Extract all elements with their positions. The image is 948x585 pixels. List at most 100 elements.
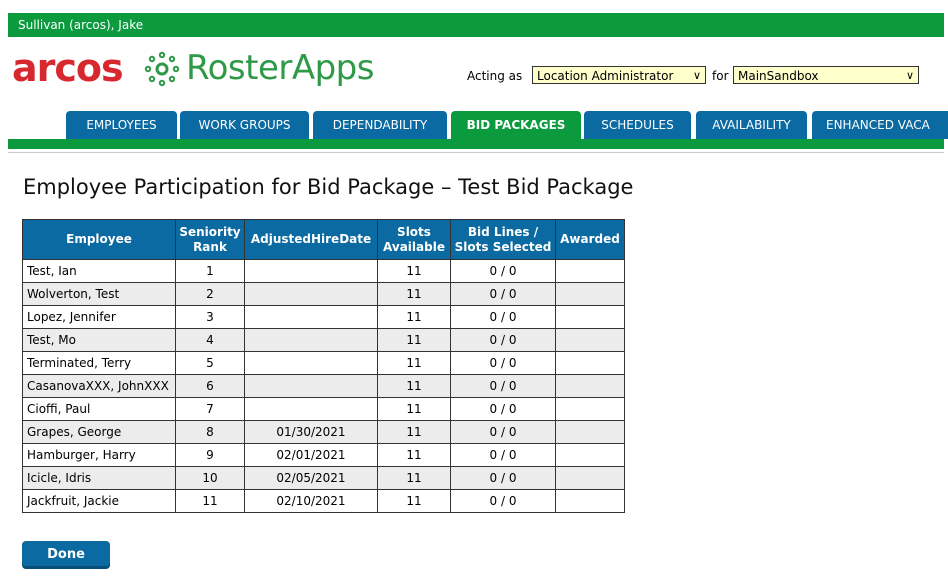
cell-hire-date bbox=[244, 351, 378, 375]
table-row: Test, Ian 1 11 0 / 0 bbox=[22, 259, 625, 283]
location-select[interactable]: MainSandbox ∨ bbox=[733, 66, 919, 84]
cell-bid-lines: 0 / 0 bbox=[450, 466, 556, 490]
cell-employee: Test, Ian bbox=[22, 259, 176, 283]
col-header-slots-l1: Slots bbox=[397, 224, 431, 239]
cell-awarded bbox=[555, 489, 625, 513]
cell-slots: 11 bbox=[377, 466, 451, 490]
col-header-seniority-l2: Rank bbox=[193, 239, 227, 254]
cell-rank: 11 bbox=[175, 489, 245, 513]
cell-hire-date bbox=[244, 374, 378, 398]
participation-table: Employee Seniority Rank AdjustedHireDate … bbox=[22, 219, 625, 513]
acting-as-label: Acting as bbox=[467, 69, 523, 83]
for-label: for bbox=[712, 69, 729, 83]
table-row: CasanovaXXX, JohnXXX 6 11 0 / 0 bbox=[22, 374, 625, 398]
cell-slots: 11 bbox=[377, 305, 451, 329]
table-row: Test, Mo 4 11 0 / 0 bbox=[22, 328, 625, 352]
col-header-bid-l2: Slots Selected bbox=[454, 239, 552, 254]
done-button[interactable]: Done bbox=[22, 541, 110, 569]
page-title: Employee Participation for Bid Package –… bbox=[23, 175, 634, 199]
table-header-row: Employee Seniority Rank AdjustedHireDate … bbox=[22, 219, 625, 260]
cell-slots: 11 bbox=[377, 328, 451, 352]
table-row: Terminated, Terry 5 11 0 / 0 bbox=[22, 351, 625, 375]
cell-hire-date bbox=[244, 328, 378, 352]
cell-rank: 5 bbox=[175, 351, 245, 375]
cell-bid-lines: 0 / 0 bbox=[450, 351, 556, 375]
cell-bid-lines: 0 / 0 bbox=[450, 420, 556, 444]
cell-bid-lines: 0 / 0 bbox=[450, 305, 556, 329]
tab-dependability[interactable]: DEPENDABILITY bbox=[313, 111, 447, 139]
cell-rank: 7 bbox=[175, 397, 245, 421]
col-header-seniority-rank[interactable]: Seniority Rank bbox=[175, 219, 245, 260]
col-header-bid-lines[interactable]: Bid Lines / Slots Selected bbox=[450, 219, 556, 260]
table-row: Wolverton, Test 2 11 0 / 0 bbox=[22, 282, 625, 306]
cell-hire-date bbox=[244, 397, 378, 421]
cell-rank: 1 bbox=[175, 259, 245, 283]
table-row: Grapes, George 8 01/30/2021 11 0 / 0 bbox=[22, 420, 625, 444]
cell-rank: 3 bbox=[175, 305, 245, 329]
tab-bid-packages[interactable]: BID PACKAGES bbox=[451, 111, 581, 139]
cell-slots: 11 bbox=[377, 397, 451, 421]
cell-employee: Terminated, Terry bbox=[22, 351, 176, 375]
table-row: Hamburger, Harry 9 02/01/2021 11 0 / 0 bbox=[22, 443, 625, 467]
cell-employee: Wolverton, Test bbox=[22, 282, 176, 306]
tab-schedules[interactable]: SCHEDULES bbox=[584, 111, 691, 139]
cell-rank: 4 bbox=[175, 328, 245, 352]
tab-work-groups[interactable]: WORK GROUPS bbox=[180, 111, 309, 139]
cell-bid-lines: 0 / 0 bbox=[450, 489, 556, 513]
cell-awarded bbox=[555, 282, 625, 306]
cell-employee: Lopez, Jennifer bbox=[22, 305, 176, 329]
cell-slots: 11 bbox=[377, 443, 451, 467]
cell-awarded bbox=[555, 397, 625, 421]
divider bbox=[8, 152, 944, 153]
tab-enhanced-vacation[interactable]: ENHANCED VACA bbox=[812, 111, 948, 139]
cell-rank: 8 bbox=[175, 420, 245, 444]
tab-employees[interactable]: EMPLOYEES bbox=[66, 111, 177, 139]
table-row: Jackfruit, Jackie 11 02/10/2021 11 0 / 0 bbox=[22, 489, 625, 513]
cell-awarded bbox=[555, 259, 625, 283]
user-bar: Sullivan (arcos), Jake bbox=[8, 13, 944, 37]
col-header-awarded[interactable]: Awarded bbox=[555, 219, 625, 260]
user-name: Sullivan (arcos), Jake bbox=[18, 18, 144, 32]
cell-awarded bbox=[555, 420, 625, 444]
main-nav-tabs: EMPLOYEES WORK GROUPS DEPENDABILITY BID … bbox=[8, 111, 948, 139]
cell-awarded bbox=[555, 374, 625, 398]
cell-bid-lines: 0 / 0 bbox=[450, 374, 556, 398]
cell-employee: Test, Mo bbox=[22, 328, 176, 352]
cell-employee: Hamburger, Harry bbox=[22, 443, 176, 467]
tab-availability[interactable]: AVAILABILITY bbox=[696, 111, 807, 139]
cell-slots: 11 bbox=[377, 282, 451, 306]
cell-hire-date bbox=[244, 305, 378, 329]
col-header-slots-available[interactable]: Slots Available bbox=[377, 219, 451, 260]
cell-employee: Cioffi, Paul bbox=[22, 397, 176, 421]
cell-rank: 9 bbox=[175, 443, 245, 467]
cell-bid-lines: 0 / 0 bbox=[450, 259, 556, 283]
table-row: Icicle, Idris 10 02/05/2021 11 0 / 0 bbox=[22, 466, 625, 490]
col-header-seniority-l1: Seniority bbox=[179, 224, 241, 239]
app-header: arcos RosterApps Acting as Location Admi… bbox=[8, 37, 944, 111]
cell-employee: Grapes, George bbox=[22, 420, 176, 444]
cell-bid-lines: 0 / 0 bbox=[450, 282, 556, 306]
cell-slots: 11 bbox=[377, 351, 451, 375]
cell-bid-lines: 0 / 0 bbox=[450, 443, 556, 467]
logo-arcos-text: arcos bbox=[12, 46, 124, 90]
col-header-bid-l1: Bid Lines / bbox=[467, 224, 539, 239]
role-select[interactable]: Location Administrator ∨ bbox=[532, 66, 706, 84]
cell-awarded bbox=[555, 328, 625, 352]
cell-slots: 11 bbox=[377, 374, 451, 398]
cell-slots: 11 bbox=[377, 259, 451, 283]
col-header-adjusted-hire-date[interactable]: AdjustedHireDate bbox=[244, 219, 378, 260]
cell-hire-date bbox=[244, 282, 378, 306]
cell-awarded bbox=[555, 443, 625, 467]
cell-hire-date: 02/05/2021 bbox=[244, 466, 378, 490]
cell-hire-date bbox=[244, 259, 378, 283]
col-header-employee[interactable]: Employee bbox=[22, 219, 176, 260]
cell-hire-date: 02/10/2021 bbox=[244, 489, 378, 513]
cell-awarded bbox=[555, 466, 625, 490]
cell-employee: CasanovaXXX, JohnXXX bbox=[22, 374, 176, 398]
cell-slots: 11 bbox=[377, 420, 451, 444]
col-header-slots-l2: Available bbox=[383, 239, 445, 254]
cell-rank: 2 bbox=[175, 282, 245, 306]
chevron-down-icon: ∨ bbox=[692, 69, 701, 82]
chevron-down-icon: ∨ bbox=[905, 69, 914, 82]
cell-rank: 6 bbox=[175, 374, 245, 398]
